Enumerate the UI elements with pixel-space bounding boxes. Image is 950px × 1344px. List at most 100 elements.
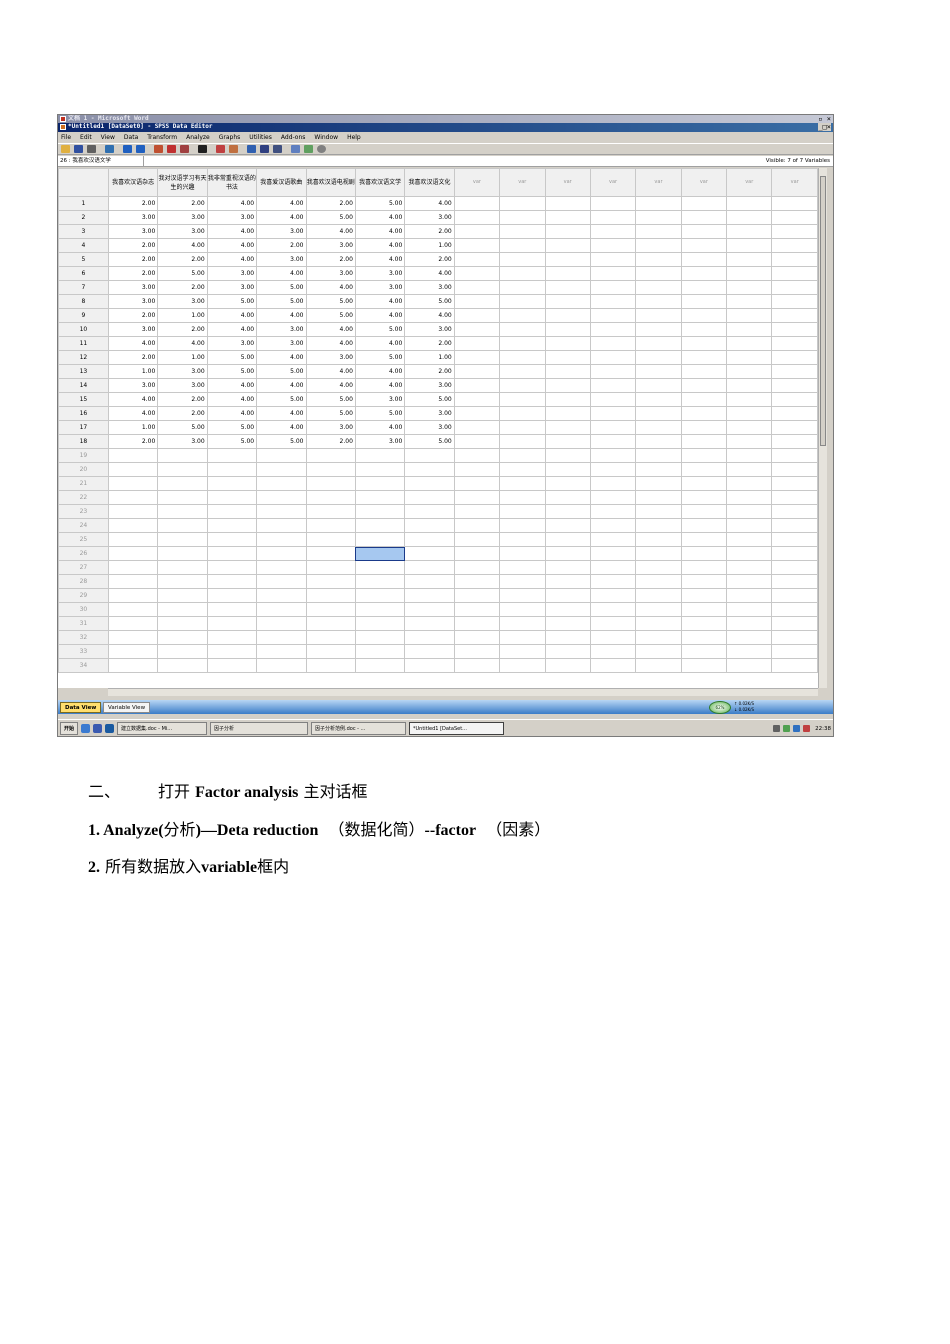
- data-cell[interactable]: [544, 560, 591, 575]
- data-cell[interactable]: [635, 462, 682, 477]
- data-cell[interactable]: 4.00: [354, 420, 406, 435]
- data-cell[interactable]: [157, 476, 208, 491]
- data-cell[interactable]: [771, 336, 818, 351]
- data-cell[interactable]: [499, 308, 546, 323]
- window-control-buttons[interactable]: _□×: [818, 123, 831, 131]
- data-cell[interactable]: 5.00: [256, 294, 307, 309]
- data-cell[interactable]: [305, 462, 356, 477]
- data-cell[interactable]: 5.00: [256, 364, 307, 379]
- data-cell[interactable]: [206, 462, 258, 477]
- split-file-icon[interactable]: [229, 145, 238, 153]
- data-cell[interactable]: [680, 546, 728, 561]
- data-cell[interactable]: [680, 532, 728, 547]
- data-cell[interactable]: [544, 602, 591, 617]
- data-cell[interactable]: [499, 490, 546, 505]
- data-cell[interactable]: 1.00: [404, 350, 455, 365]
- data-cell[interactable]: [354, 602, 406, 617]
- data-cell[interactable]: [589, 602, 637, 617]
- data-cell[interactable]: [453, 196, 501, 211]
- data-cell[interactable]: [635, 336, 682, 351]
- data-cell[interactable]: [771, 280, 818, 295]
- data-cell[interactable]: 2.00: [157, 280, 208, 295]
- data-cell[interactable]: [354, 476, 406, 491]
- empty-var-header[interactable]: var: [635, 168, 682, 197]
- data-cell[interactable]: [635, 364, 682, 379]
- data-cell[interactable]: 4.00: [354, 294, 406, 309]
- data-cell[interactable]: 3.00: [404, 210, 455, 225]
- row-number[interactable]: 32: [58, 630, 109, 645]
- data-cell[interactable]: [206, 560, 258, 575]
- data-cell[interactable]: [499, 196, 546, 211]
- data-cell[interactable]: 2.00: [107, 238, 159, 253]
- data-cell[interactable]: 5.00: [157, 266, 208, 281]
- dialog-recall-icon[interactable]: [105, 145, 114, 153]
- data-cell[interactable]: 3.00: [107, 322, 159, 337]
- data-cell[interactable]: [589, 434, 637, 449]
- data-cell[interactable]: [404, 448, 455, 463]
- data-cell[interactable]: [157, 504, 208, 519]
- data-cell[interactable]: [771, 350, 818, 365]
- select-cases-icon[interactable]: [260, 145, 269, 153]
- data-cell[interactable]: [771, 504, 818, 519]
- data-cell[interactable]: [726, 616, 773, 631]
- data-cell[interactable]: [256, 490, 307, 505]
- data-cell[interactable]: 4.00: [404, 308, 455, 323]
- data-cell[interactable]: [635, 476, 682, 491]
- data-cell[interactable]: 4.00: [107, 392, 159, 407]
- data-cell[interactable]: 3.00: [256, 322, 307, 337]
- data-cell[interactable]: [635, 294, 682, 309]
- data-cell[interactable]: 4.00: [354, 364, 406, 379]
- data-cell[interactable]: 2.00: [107, 350, 159, 365]
- data-cell[interactable]: 5.00: [305, 308, 356, 323]
- data-cell[interactable]: 3.00: [206, 280, 258, 295]
- data-cell[interactable]: [589, 616, 637, 631]
- menu-item-data[interactable]: Data: [124, 132, 138, 143]
- data-cell[interactable]: [680, 630, 728, 645]
- data-cell[interactable]: 3.00: [305, 350, 356, 365]
- data-cell[interactable]: [589, 336, 637, 351]
- data-cell[interactable]: [157, 574, 208, 589]
- data-cell[interactable]: 3.00: [107, 280, 159, 295]
- data-cell[interactable]: [305, 630, 356, 645]
- data-cell[interactable]: [499, 434, 546, 449]
- data-cell[interactable]: [305, 546, 356, 561]
- row-number[interactable]: 20: [58, 462, 109, 477]
- data-cell[interactable]: [544, 406, 591, 421]
- data-cell[interactable]: [499, 574, 546, 589]
- data-cell[interactable]: 2.00: [157, 252, 208, 267]
- data-cell[interactable]: [589, 378, 637, 393]
- data-cell[interactable]: [157, 588, 208, 603]
- data-cell[interactable]: 2.00: [404, 364, 455, 379]
- task-button-4[interactable]: *Untitled1 [DataSet...: [409, 722, 505, 735]
- data-cell[interactable]: 2.00: [107, 266, 159, 281]
- data-cell[interactable]: 4.00: [256, 420, 307, 435]
- data-cell[interactable]: [404, 532, 455, 547]
- row-number[interactable]: 27: [58, 560, 109, 575]
- data-cell[interactable]: [354, 518, 406, 533]
- cell-reference[interactable]: 26 : 我喜欢汉语文学: [60, 156, 144, 167]
- row-number[interactable]: 34: [58, 658, 109, 673]
- data-cell[interactable]: [453, 434, 501, 449]
- data-cell[interactable]: [157, 644, 208, 659]
- data-cell[interactable]: 2.00: [404, 224, 455, 239]
- data-cell[interactable]: [157, 658, 208, 673]
- data-cell[interactable]: 2.00: [404, 252, 455, 267]
- data-cell[interactable]: 5.00: [305, 294, 356, 309]
- data-cell[interactable]: 3.00: [206, 266, 258, 281]
- menu-item-view[interactable]: View: [101, 132, 115, 143]
- row-number[interactable]: 17: [58, 420, 109, 435]
- data-cell[interactable]: [544, 280, 591, 295]
- data-cell[interactable]: [726, 406, 773, 421]
- data-cell[interactable]: [544, 462, 591, 477]
- data-cell[interactable]: [589, 364, 637, 379]
- data-cell[interactable]: [499, 420, 546, 435]
- menu-item-analyze[interactable]: Analyze: [186, 132, 210, 143]
- data-cell[interactable]: [499, 350, 546, 365]
- data-cell[interactable]: 5.00: [404, 392, 455, 407]
- data-cell[interactable]: [635, 378, 682, 393]
- data-cell[interactable]: 4.00: [206, 322, 258, 337]
- data-cell[interactable]: [354, 644, 406, 659]
- data-cell[interactable]: [107, 546, 159, 561]
- data-cell[interactable]: [499, 532, 546, 547]
- data-cell[interactable]: [354, 630, 406, 645]
